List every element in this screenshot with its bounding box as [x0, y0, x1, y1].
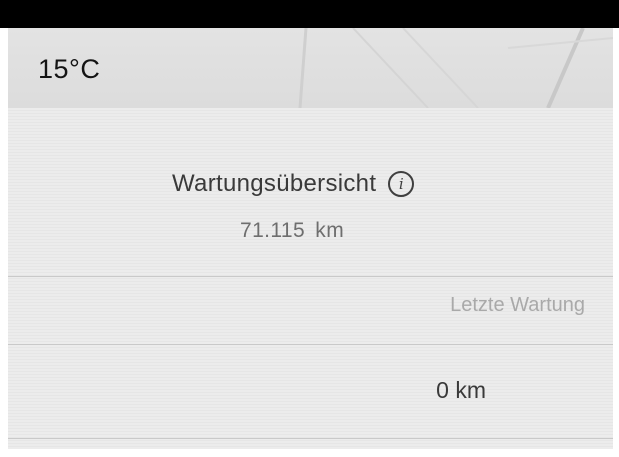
odometer-reading: 71.115 km: [240, 219, 345, 242]
divider: [8, 344, 613, 345]
last-service-value: 0 km: [436, 377, 486, 403]
map-status-bar: 15°C: [8, 28, 613, 108]
photo-frame: 15°C Wartungsübersicht i 71.115 km Letzt…: [0, 0, 619, 457]
outside-temperature: 15°C: [38, 54, 101, 84]
maintenance-header: Wartungsübersicht i 71.115 km: [8, 108, 613, 278]
title-row: Wartungsübersicht i: [172, 170, 415, 198]
screen-bezel: [0, 0, 619, 28]
last-service-label: Letzte Wartung: [450, 294, 585, 316]
info-icon[interactable]: i: [388, 171, 415, 197]
divider: [8, 438, 613, 439]
divider: [8, 276, 613, 277]
vehicle-display: 15°C Wartungsübersicht i 71.115 km Letzt…: [8, 28, 613, 449]
maintenance-panel: Wartungsübersicht i 71.115 km Letzte War…: [8, 108, 613, 449]
page-title: Wartungsübersicht: [172, 170, 377, 197]
